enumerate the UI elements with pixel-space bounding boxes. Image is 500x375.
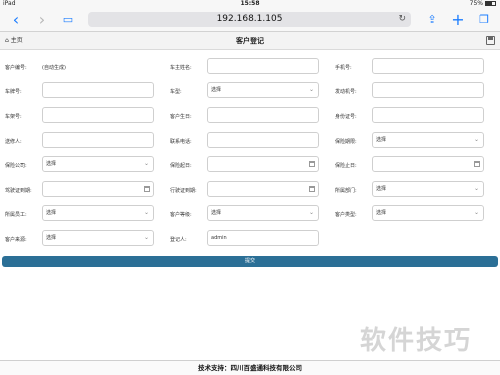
- field-value: 选择: [211, 87, 222, 93]
- chevron-down-icon: ⌄: [308, 86, 314, 93]
- chevron-down-icon: ⌄: [143, 160, 149, 167]
- field-label: 客户类型:: [335, 212, 357, 218]
- text-field[interactable]: [42, 107, 154, 123]
- browser-toolbar: ‹ › ▭ 192.168.1.105 ↻ ⇪ + ❐: [0, 8, 500, 32]
- field-label: 登记人:: [170, 237, 187, 243]
- tabs-icon[interactable]: ❐: [476, 11, 492, 29]
- select-field[interactable]: 选择 ⌄: [372, 205, 484, 221]
- share-icon[interactable]: ⇪: [424, 11, 440, 29]
- app-header: ⌂ 主页 客户登记: [0, 32, 500, 50]
- date-field[interactable]: [207, 156, 319, 172]
- calendar-icon: [309, 186, 315, 192]
- new-tab-icon[interactable]: +: [450, 11, 466, 29]
- field-value: admin: [211, 235, 227, 241]
- url-text: 192.168.1.105: [216, 14, 283, 24]
- form-row: 车牌号: 车型: 选择 ⌄ 发动机号:: [0, 82, 500, 100]
- select-field[interactable]: 选择 ⌄: [42, 156, 154, 172]
- field-value: 选择: [376, 137, 387, 143]
- chevron-down-icon: ⌄: [143, 209, 149, 216]
- page-title: 客户登记: [236, 37, 264, 45]
- field-label: 保险起日:: [170, 163, 192, 169]
- field-label: 所属部门:: [335, 188, 357, 194]
- text-field[interactable]: [207, 58, 319, 74]
- auto-generated-value: (自动生成): [42, 65, 66, 71]
- chevron-down-icon: ⌄: [143, 234, 149, 241]
- bookmarks-icon[interactable]: ▭: [60, 11, 76, 29]
- field-label: 客户来源:: [5, 237, 27, 243]
- select-field[interactable]: 选择 ⌄: [207, 82, 319, 98]
- field-label: 客户等级:: [170, 212, 192, 218]
- save-icon[interactable]: [486, 36, 495, 45]
- field-value: 选择: [46, 235, 57, 241]
- chevron-down-icon: ⌄: [473, 185, 479, 192]
- field-label: 发动机号:: [335, 89, 357, 95]
- clock: 15:58: [240, 0, 260, 7]
- field-label: 车架号:: [5, 114, 22, 120]
- text-field[interactable]: [372, 58, 484, 74]
- text-field[interactable]: admin: [207, 230, 319, 246]
- calendar-icon: [144, 186, 150, 192]
- battery-percent: 75%: [469, 0, 483, 7]
- text-field[interactable]: [42, 132, 154, 148]
- text-field[interactable]: [372, 82, 484, 98]
- field-label: 保险止日:: [335, 163, 357, 169]
- back-icon[interactable]: ‹: [8, 11, 24, 29]
- form-row: 驾驶证到期: 行驶证到期: 所属部门: 选择 ⌄: [0, 181, 500, 199]
- field-label: 保险公司:: [5, 163, 27, 169]
- calendar-icon: [309, 161, 315, 167]
- field-label: 车型:: [170, 89, 182, 95]
- select-field[interactable]: 选择 ⌄: [42, 205, 154, 221]
- battery-indicator: 75%: [470, 0, 496, 7]
- ios-status-bar: iPad 15:58 75%: [0, 0, 500, 8]
- field-label: 保险期限:: [335, 139, 357, 145]
- reload-icon[interactable]: ↻: [398, 12, 406, 27]
- select-field[interactable]: 选择 ⌄: [42, 230, 154, 246]
- watermark: 软件技巧: [360, 326, 473, 356]
- select-field[interactable]: 选择 ⌄: [207, 205, 319, 221]
- field-label: 驾驶证到期:: [5, 188, 32, 194]
- date-field[interactable]: [372, 156, 484, 172]
- field-label: 身份证号:: [335, 114, 357, 120]
- text-field[interactable]: [207, 132, 319, 148]
- form-row: 车架号: 客户生日: 身份证号:: [0, 107, 500, 125]
- form-row: 保险公司: 选择 ⌄ 保险起日: 保险止日:: [0, 156, 500, 174]
- field-value: 选择: [211, 210, 222, 216]
- form-row: 所属员工: 选择 ⌄ 客户等级: 选择 ⌄ 客户类型: 选择 ⌄: [0, 205, 500, 223]
- field-label: 车主姓名:: [170, 65, 192, 71]
- text-field[interactable]: [372, 107, 484, 123]
- field-label: 客户编号:: [5, 65, 27, 71]
- calendar-icon: [474, 161, 480, 167]
- field-label: 行驶证到期:: [170, 188, 197, 194]
- chevron-down-icon: ⌄: [473, 209, 479, 216]
- field-value: 选择: [46, 161, 57, 167]
- date-field[interactable]: [207, 181, 319, 197]
- form-row: 客户来源: 选择 ⌄ 登记人: admin: [0, 230, 500, 248]
- field-label: 送修人:: [5, 139, 22, 145]
- battery-icon: [485, 1, 496, 6]
- chevron-down-icon: ⌄: [473, 136, 479, 143]
- field-label: 手机号:: [335, 65, 352, 71]
- date-field[interactable]: [42, 181, 154, 197]
- form-row: 送修人: 联系电话: 保险期限: 选择 ⌄: [0, 132, 500, 150]
- submit-button[interactable]: 提交: [2, 256, 498, 267]
- field-value: 选择: [376, 186, 387, 192]
- text-field[interactable]: [207, 107, 319, 123]
- select-field[interactable]: 选择 ⌄: [372, 181, 484, 197]
- field-value: 选择: [46, 210, 57, 216]
- text-field[interactable]: [42, 82, 154, 98]
- form-row: 客户编号: (自动生成) 车主姓名: 手机号:: [0, 58, 500, 76]
- field-label: 车牌号:: [5, 89, 22, 95]
- field-label: 所属员工:: [5, 212, 27, 218]
- forward-icon[interactable]: ›: [34, 11, 50, 29]
- footer: 技术支持：四川百盛通科技有限公司: [0, 360, 500, 375]
- address-bar[interactable]: 192.168.1.105 ↻: [88, 12, 411, 27]
- field-value: 选择: [376, 210, 387, 216]
- chevron-down-icon: ⌄: [308, 209, 314, 216]
- select-field[interactable]: 选择 ⌄: [372, 132, 484, 148]
- field-label: 联系电话:: [170, 139, 192, 145]
- field-label: 客户生日:: [170, 114, 192, 120]
